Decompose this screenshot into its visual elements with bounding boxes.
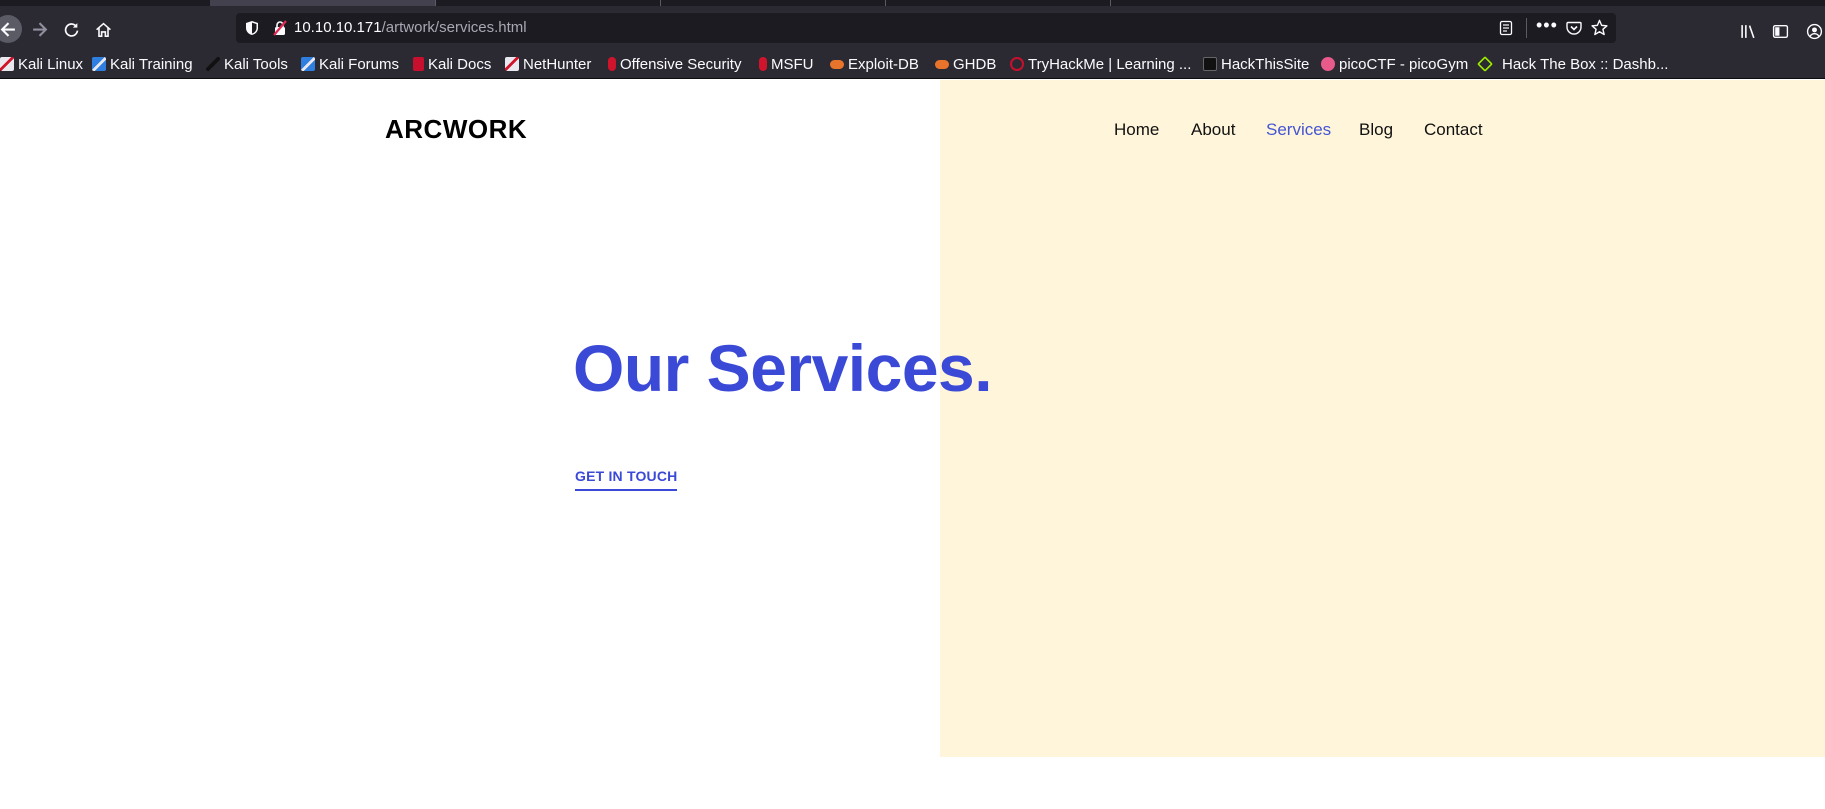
- site-logo[interactable]: ARCWORK: [385, 114, 527, 145]
- browser-toolbar: 10.10.10.171/artwork/services.html •••: [0, 6, 1825, 49]
- kali-training-icon: [92, 57, 106, 71]
- bookmark-label: Hack The Box :: Dashb...: [1502, 55, 1669, 73]
- bookmark-kali-forums[interactable]: Kali Forums: [301, 55, 399, 73]
- bookmarks-toolbar: Kali Linux Kali Training Kali Tools Kali…: [0, 49, 1825, 79]
- get-in-touch-link[interactable]: GET IN TOUCH: [575, 468, 678, 491]
- library-icon[interactable]: [1740, 23, 1757, 40]
- url-text[interactable]: 10.10.10.171/artwork/services.html: [294, 19, 527, 36]
- bookmark-label: Exploit-DB: [848, 55, 919, 73]
- bookmark-kali-training[interactable]: Kali Training: [92, 55, 193, 73]
- bookmark-msfu[interactable]: MSFU: [759, 55, 814, 73]
- insecure-lock-icon[interactable]: [272, 20, 288, 36]
- picoctf-icon: [1321, 57, 1335, 71]
- ghdb-icon: [935, 59, 949, 69]
- bookmark-label: GHDB: [953, 55, 997, 73]
- reader-view-icon[interactable]: [1498, 20, 1514, 36]
- kali-docs-icon: [413, 57, 424, 71]
- kali-dragon-icon: [0, 57, 14, 71]
- bookmark-label: Kali Tools: [224, 55, 288, 73]
- bookmark-label: Kali Training: [110, 55, 193, 73]
- urlbar-separator: [1526, 18, 1527, 38]
- bookmark-exploit-db[interactable]: Exploit-DB: [830, 55, 919, 73]
- bookmark-ghdb[interactable]: GHDB: [935, 55, 996, 73]
- nethunter-icon: [505, 57, 519, 71]
- hero-background-panel: [940, 80, 1825, 757]
- bookmark-label: Kali Forums: [319, 55, 400, 73]
- reload-icon[interactable]: [58, 16, 84, 42]
- msfu-icon: [759, 57, 767, 71]
- nav-home[interactable]: Home: [1114, 120, 1159, 140]
- shield-icon[interactable]: [244, 20, 260, 36]
- pocket-icon[interactable]: [1566, 20, 1582, 36]
- bookmark-hackthissite[interactable]: HackThisSite: [1203, 55, 1309, 73]
- bookmark-kali-linux[interactable]: Kali Linux: [0, 55, 83, 73]
- bookmark-label: Kali Docs: [428, 55, 492, 73]
- url-host: 10.10.10.171: [294, 19, 382, 36]
- bookmark-label: NetHunter: [523, 55, 592, 73]
- hackthissite-icon: [1203, 57, 1217, 71]
- kali-tools-icon: [206, 57, 220, 71]
- bookmark-kali-tools[interactable]: Kali Tools: [206, 55, 288, 73]
- home-icon[interactable]: [90, 16, 116, 42]
- bookmark-label: MSFU: [771, 55, 814, 73]
- bookmark-label: picoCTF - picoGym: [1339, 55, 1469, 73]
- bookmark-nethunter[interactable]: NetHunter: [505, 55, 591, 73]
- bookmark-picoctf[interactable]: picoCTF - picoGym: [1321, 55, 1468, 73]
- bookmark-label: TryHackMe | Learning ...: [1028, 55, 1192, 73]
- bookmark-label: HackThisSite: [1221, 55, 1310, 73]
- more-icon[interactable]: •••: [1536, 15, 1557, 39]
- url-bar[interactable]: 10.10.10.171/artwork/services.html •••: [236, 13, 1616, 43]
- web-page: ARCWORK Home About Services Blog Contact…: [0, 80, 1825, 809]
- bookmark-label: Offensive Security: [620, 55, 742, 73]
- nav-services[interactable]: Services: [1266, 120, 1331, 140]
- kali-forums-icon: [301, 57, 315, 71]
- bookmark-tryhackme[interactable]: TryHackMe | Learning ...: [1010, 55, 1191, 73]
- tryhackme-icon: [1010, 57, 1024, 71]
- bookmark-star-icon[interactable]: [1591, 19, 1608, 36]
- url-path: /artwork/services.html: [381, 19, 527, 36]
- nav-about[interactable]: About: [1191, 120, 1235, 140]
- page-title: Our Services.: [573, 331, 993, 405]
- account-icon[interactable]: [1806, 23, 1823, 40]
- bookmark-label: Kali Linux: [18, 55, 84, 73]
- exploit-db-icon: [830, 59, 844, 69]
- forward-arrow-icon[interactable]: [26, 16, 52, 42]
- bookmark-kali-docs[interactable]: Kali Docs: [413, 55, 491, 73]
- bookmark-hackthebox[interactable]: Hack The Box :: Dashb...: [1477, 55, 1669, 73]
- bookmark-offensive-security[interactable]: Offensive Security: [608, 55, 741, 73]
- sidebar-icon[interactable]: [1772, 23, 1789, 40]
- nav-contact[interactable]: Contact: [1424, 120, 1483, 140]
- hackthebox-icon: [1477, 56, 1493, 72]
- offsec-icon: [608, 57, 616, 71]
- back-arrow-icon[interactable]: [0, 15, 22, 43]
- nav-blog[interactable]: Blog: [1359, 120, 1393, 140]
